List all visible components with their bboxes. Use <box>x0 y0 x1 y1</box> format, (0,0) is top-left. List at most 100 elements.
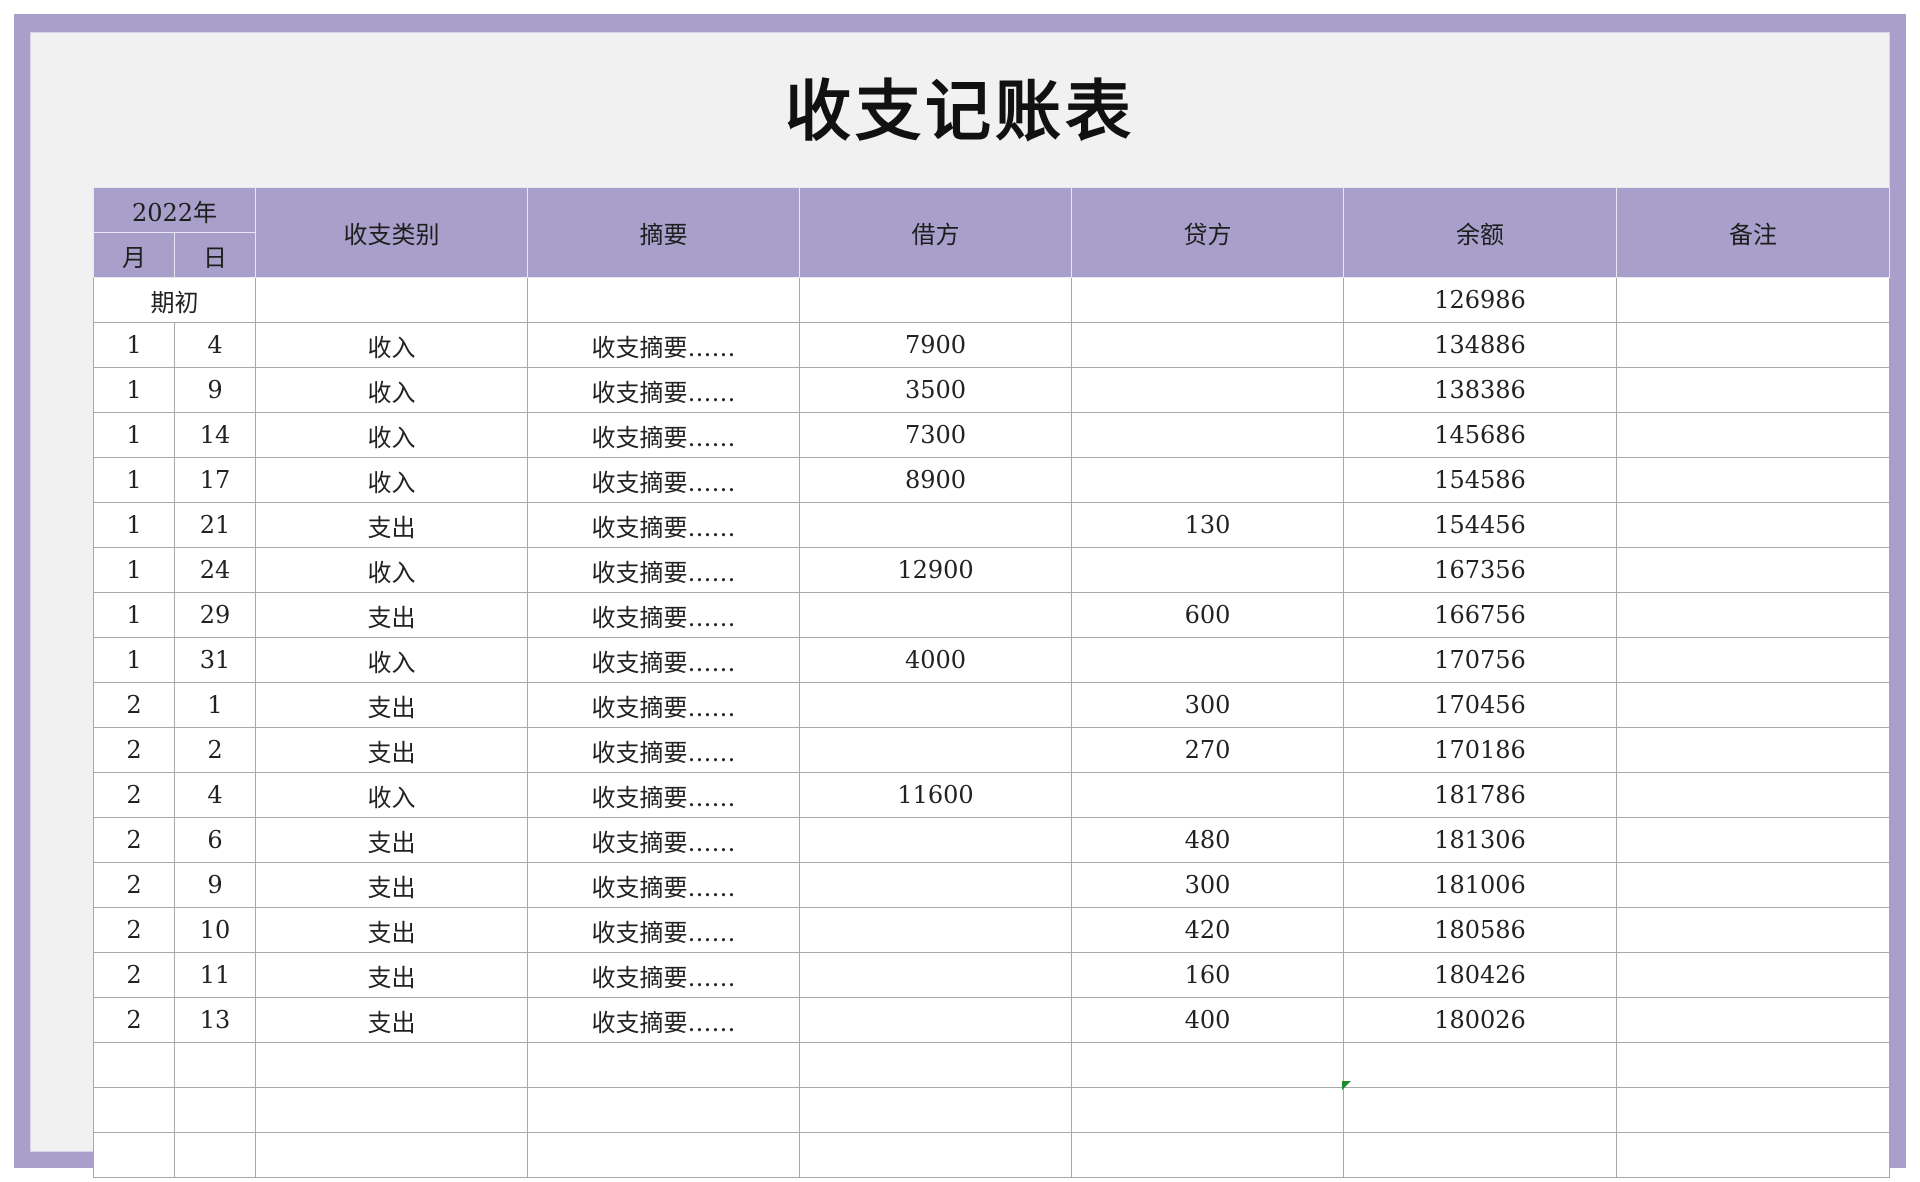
header-summary[interactable]: 摘要 <box>527 187 801 278</box>
cell-category[interactable]: 支出 <box>255 817 529 863</box>
cell-credit[interactable] <box>1071 277 1345 323</box>
cell-month[interactable]: 2 <box>93 862 175 908</box>
cell-summary[interactable] <box>527 1132 801 1178</box>
cell-balance[interactable]: 166756 <box>1343 592 1618 638</box>
cell-note[interactable] <box>1616 502 1891 548</box>
cell-debit[interactable] <box>799 952 1073 998</box>
opening-label[interactable]: 期初 <box>92 277 257 323</box>
cell-note[interactable] <box>1616 322 1891 368</box>
cell-note[interactable] <box>1616 952 1891 998</box>
cell-category[interactable]: 支出 <box>255 502 529 548</box>
cell-summary[interactable]: 收支摘要…… <box>527 952 801 998</box>
cell-category[interactable]: 支出 <box>255 997 529 1043</box>
cell-category[interactable]: 收入 <box>255 322 529 368</box>
cell-note[interactable] <box>1616 1042 1891 1088</box>
cell-summary[interactable]: 收支摘要…… <box>527 322 801 368</box>
cell-month[interactable]: 1 <box>93 412 175 458</box>
cell-credit[interactable] <box>1071 367 1345 413</box>
cell-debit[interactable] <box>799 277 1073 323</box>
header-credit[interactable]: 贷方 <box>1071 187 1345 278</box>
cell-month[interactable]: 2 <box>93 907 175 953</box>
cell-category[interactable]: 支出 <box>255 907 529 953</box>
cell-day[interactable]: 14 <box>173 412 257 458</box>
cell-note[interactable] <box>1616 907 1891 953</box>
cell-balance[interactable]: 180026 <box>1343 997 1618 1043</box>
cell-summary[interactable]: 收支摘要…… <box>527 862 801 908</box>
cell-note[interactable] <box>1616 547 1891 593</box>
cell-day[interactable] <box>173 1132 257 1178</box>
cell-credit[interactable] <box>1071 457 1345 503</box>
cell-category[interactable]: 收入 <box>255 547 529 593</box>
cell-category[interactable]: 支出 <box>255 682 529 728</box>
cell-month[interactable]: 2 <box>93 727 175 773</box>
header-month[interactable]: 月 <box>93 232 175 278</box>
cell-debit[interactable]: 11600 <box>799 772 1073 818</box>
cell-note[interactable] <box>1616 1087 1891 1133</box>
opening-balance[interactable]: 126986 <box>1343 277 1618 323</box>
cell-credit[interactable]: 300 <box>1071 862 1345 908</box>
cell-balance[interactable]: 154586 <box>1343 457 1618 503</box>
cell-month[interactable]: 1 <box>93 502 175 548</box>
cell-summary[interactable]: 收支摘要…… <box>527 637 801 683</box>
cell-credit[interactable]: 420 <box>1071 907 1345 953</box>
cell-summary[interactable]: 收支摘要…… <box>527 907 801 953</box>
cell-debit[interactable]: 7300 <box>799 412 1073 458</box>
cell-category[interactable]: 收入 <box>255 637 529 683</box>
cell-month[interactable]: 1 <box>93 457 175 503</box>
cell-credit[interactable]: 400 <box>1071 997 1345 1043</box>
header-category[interactable]: 收支类别 <box>255 187 529 278</box>
cell-debit[interactable]: 12900 <box>799 547 1073 593</box>
cell-category[interactable]: 收入 <box>255 772 529 818</box>
cell-debit[interactable] <box>799 727 1073 773</box>
cell-day[interactable]: 24 <box>173 547 257 593</box>
cell-month[interactable]: 1 <box>93 547 175 593</box>
cell-credit[interactable]: 130 <box>1071 502 1345 548</box>
cell-summary[interactable]: 收支摘要…… <box>527 682 801 728</box>
cell-summary[interactable]: 收支摘要…… <box>527 997 801 1043</box>
cell-note[interactable] <box>1616 457 1891 503</box>
cell-credit[interactable] <box>1071 547 1345 593</box>
cell-day[interactable]: 6 <box>173 817 257 863</box>
cell-day[interactable]: 4 <box>173 772 257 818</box>
cell-day[interactable]: 9 <box>173 367 257 413</box>
cell-debit[interactable] <box>799 1132 1073 1178</box>
header-note[interactable]: 备注 <box>1616 187 1891 278</box>
cell-category[interactable] <box>255 1042 529 1088</box>
cell-note[interactable] <box>1616 277 1891 323</box>
cell-month[interactable]: 1 <box>93 637 175 683</box>
cell-month[interactable]: 1 <box>93 592 175 638</box>
cell-debit[interactable] <box>799 997 1073 1043</box>
header-year[interactable]: 2022年 <box>92 187 257 233</box>
cell-note[interactable] <box>1616 1132 1891 1178</box>
cell-category[interactable] <box>255 1132 529 1178</box>
cell-day[interactable]: 4 <box>173 322 257 368</box>
cell-category[interactable]: 收入 <box>255 457 529 503</box>
cell-debit[interactable]: 8900 <box>799 457 1073 503</box>
cell-category[interactable]: 支出 <box>255 952 529 998</box>
cell-summary[interactable]: 收支摘要…… <box>527 502 801 548</box>
cell-category[interactable]: 收入 <box>255 367 529 413</box>
cell-day[interactable]: 13 <box>173 997 257 1043</box>
cell-credit[interactable] <box>1071 1087 1345 1133</box>
cell-note[interactable] <box>1616 637 1891 683</box>
cell-credit[interactable] <box>1071 322 1345 368</box>
cell-note[interactable] <box>1616 772 1891 818</box>
cell-balance[interactable]: 181006 <box>1343 862 1618 908</box>
cell-debit[interactable] <box>799 502 1073 548</box>
cell-summary[interactable]: 收支摘要…… <box>527 547 801 593</box>
cell-balance[interactable]: 167356 <box>1343 547 1618 593</box>
cell-month[interactable]: 2 <box>93 772 175 818</box>
cell-month[interactable]: 1 <box>93 367 175 413</box>
cell-debit[interactable] <box>799 1087 1073 1133</box>
cell-month[interactable]: 2 <box>93 952 175 998</box>
cell-credit[interactable]: 600 <box>1071 592 1345 638</box>
cell-credit[interactable]: 480 <box>1071 817 1345 863</box>
header-debit[interactable]: 借方 <box>799 187 1073 278</box>
cell-month[interactable]: 2 <box>93 997 175 1043</box>
cell-note[interactable] <box>1616 367 1891 413</box>
cell-category[interactable] <box>255 277 529 323</box>
cell-day[interactable]: 29 <box>173 592 257 638</box>
cell-credit[interactable] <box>1071 772 1345 818</box>
cell-note[interactable] <box>1616 997 1891 1043</box>
cell-category[interactable] <box>255 1087 529 1133</box>
